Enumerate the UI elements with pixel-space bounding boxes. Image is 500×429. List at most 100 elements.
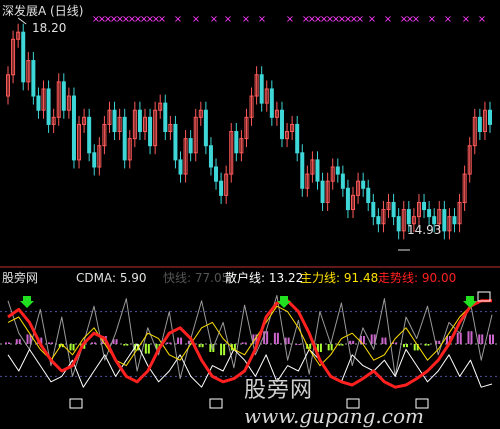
candle-body (315, 159, 320, 182)
cdma-bar (69, 344, 72, 351)
cdma-bar (91, 342, 94, 344)
stock-chart[interactable]: ×××××××××××× × × × × × × × ×××××××××× × × ××× × × × × (0, 0, 500, 410)
cdma-bar (273, 332, 276, 344)
cdma-bar (15, 339, 18, 344)
candle (330, 158, 335, 190)
candle (472, 108, 477, 155)
signal-x-mark: × (428, 14, 436, 25)
candle-body (442, 209, 447, 232)
candle (477, 108, 482, 141)
candle-body (234, 131, 239, 154)
candle (416, 193, 421, 226)
signal-x-mark: × (224, 14, 232, 25)
candle (396, 208, 401, 240)
cdma-bar (492, 334, 494, 344)
candle (219, 172, 224, 204)
candle (132, 101, 137, 148)
signal-x-mark: × (444, 14, 452, 25)
cdma-bar (94, 342, 97, 344)
candle-body (71, 95, 76, 161)
candle (376, 208, 381, 233)
panel-title: 深发展A (日线) (2, 4, 84, 18)
cdma-bar (144, 344, 147, 354)
signal-x-mark: × (462, 14, 470, 25)
signal-x-mark: × (174, 14, 182, 25)
candle (305, 165, 310, 197)
candle (442, 201, 447, 240)
buy-arrow (20, 296, 34, 308)
candle-body (46, 88, 51, 125)
bottom-signal-box (69, 398, 83, 409)
candle (51, 108, 56, 133)
candle (214, 158, 219, 190)
candle-body (208, 145, 213, 168)
candle (279, 101, 284, 148)
candle (153, 101, 158, 155)
candle (401, 201, 406, 240)
candle (56, 73, 61, 126)
candles (6, 23, 492, 240)
cdma-bar (330, 344, 333, 351)
cdma-bar (424, 344, 427, 346)
cdma-bar (266, 331, 269, 344)
candle (224, 165, 229, 204)
signal-x-mark: × (412, 14, 420, 25)
candle-body (219, 180, 224, 196)
cdma-bar (115, 339, 118, 344)
candle-body (361, 180, 366, 189)
candle (158, 94, 163, 119)
candle (452, 208, 457, 233)
candle-body (340, 173, 345, 189)
candle (127, 130, 132, 169)
candle-body (61, 81, 66, 111)
main-line (7, 299, 493, 367)
candle-body (371, 201, 376, 218)
candle-body (452, 216, 457, 225)
cdma-label: CDMA: 5.90 (76, 271, 147, 285)
candle (234, 123, 239, 162)
candle (173, 115, 178, 169)
cdma-bar (438, 340, 441, 344)
candle-body (269, 88, 274, 118)
bottom-signal-box (209, 398, 223, 409)
candle (361, 172, 366, 197)
cdma-bar (459, 332, 462, 344)
cdma-bar (201, 344, 204, 348)
candle (168, 115, 173, 141)
candle-body (214, 166, 219, 182)
candle-body (295, 123, 300, 154)
candle (82, 108, 87, 133)
candle (208, 137, 213, 176)
cdma-bar (295, 344, 298, 345)
candle-body (31, 60, 36, 97)
candle (198, 101, 203, 126)
signal-x-mark: × (356, 14, 364, 25)
retail-line-label: 散户线: 13.22 (225, 271, 304, 285)
candle (229, 123, 234, 183)
candle (193, 108, 198, 162)
candle (290, 115, 295, 141)
cdma-bar (51, 342, 54, 344)
cdma-bar (276, 332, 279, 344)
candle-body (488, 109, 492, 125)
cdma-bar (395, 342, 398, 344)
candle-body (279, 109, 284, 140)
candle-body (477, 116, 482, 133)
candle (21, 23, 26, 91)
candle (71, 87, 76, 169)
signal-x-mark: × (368, 14, 376, 25)
candle-body (137, 109, 142, 133)
cdma-bar (123, 344, 126, 346)
watermark-brand: 股旁网 (244, 378, 314, 403)
candle (462, 165, 467, 211)
cdma-bar (381, 337, 384, 344)
candle (163, 94, 168, 141)
trend-line-label: 走势线: 90.00 (378, 271, 457, 285)
candle (31, 52, 36, 105)
candle-body (320, 180, 325, 203)
candle-body (173, 123, 178, 161)
cdma-bar (370, 334, 373, 344)
candle (87, 108, 92, 162)
candle-body (122, 116, 127, 161)
cdma-bar (180, 337, 183, 344)
